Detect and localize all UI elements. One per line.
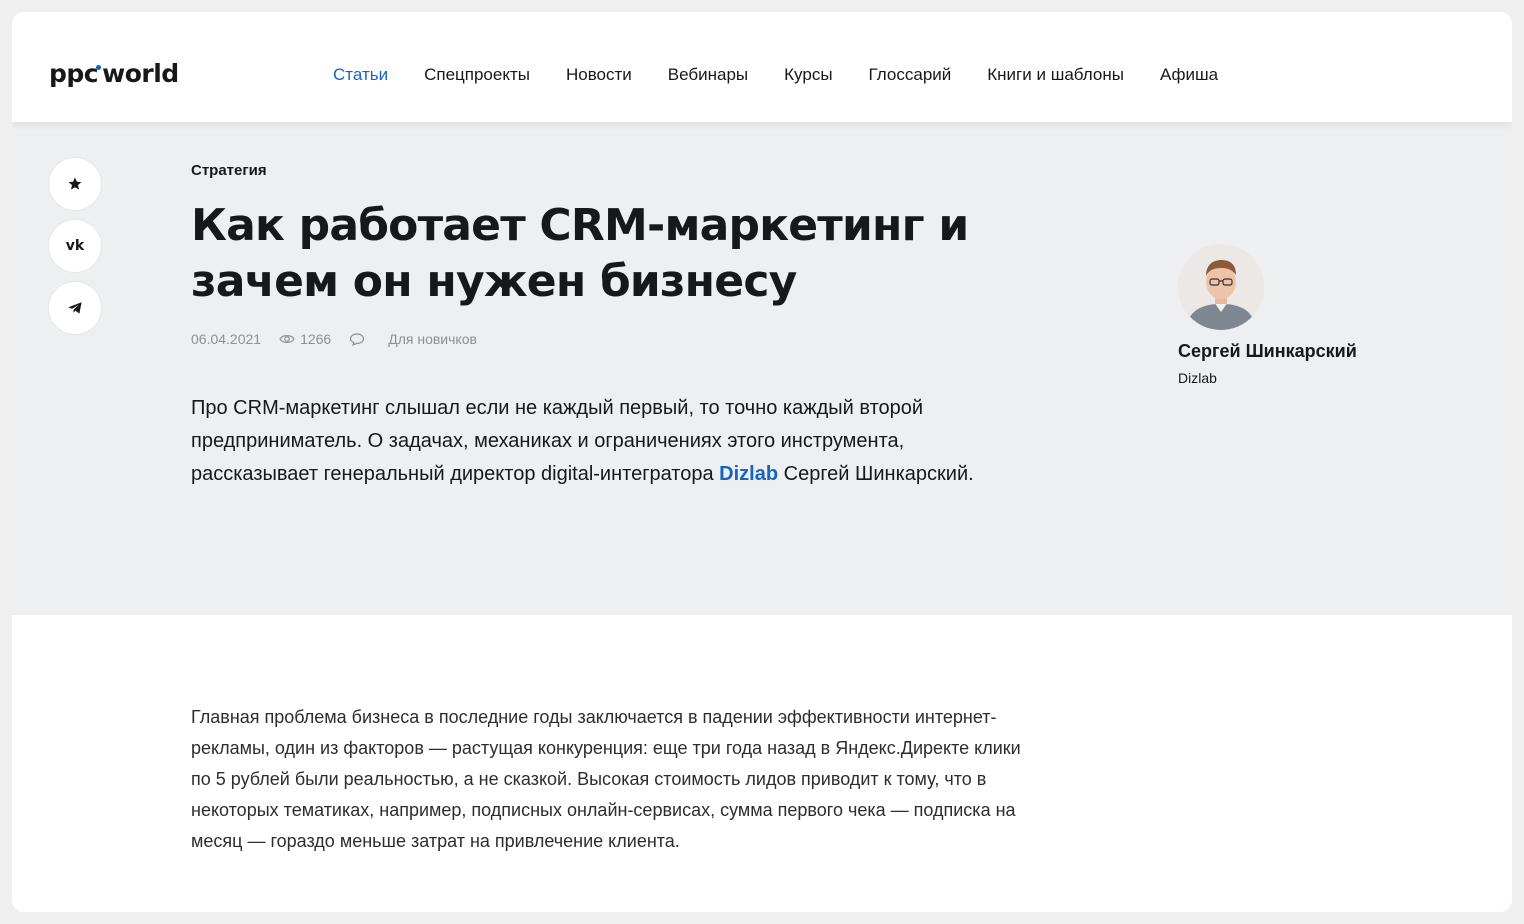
lead-text-end: Сергей Шинкарский. — [783, 463, 974, 485]
dizlab-link[interactable]: Dizlab — [719, 463, 778, 485]
vk-icon: vk — [65, 238, 85, 254]
share-vk-button[interactable]: vk — [49, 220, 101, 272]
logo-dot-icon — [96, 65, 102, 70]
nav-item-articles[interactable]: Статьи — [333, 65, 388, 85]
article-level[interactable]: Для новичков — [388, 331, 477, 347]
author-photo — [1178, 244, 1264, 330]
views-counter: 1266 — [279, 331, 331, 347]
nav-item-glossary[interactable]: Глоссарий — [869, 65, 952, 85]
site-logo[interactable]: ppc world — [49, 59, 179, 88]
article-meta: 06.04.2021 1266 Для новичков — [191, 331, 495, 347]
article-hero — [12, 122, 1512, 615]
main-nav: Статьи Спецпроекты Новости Вебинары Курс… — [333, 65, 1218, 85]
author-avatar[interactable] — [1178, 244, 1264, 330]
eye-icon — [279, 335, 295, 343]
site-header: ppc world Статьи Спецпроекты Новости Веби… — [12, 12, 1512, 122]
article-category[interactable]: Стратегия — [191, 162, 267, 179]
nav-item-special-projects[interactable]: Спецпроекты — [424, 65, 530, 85]
article-date: 06.04.2021 — [191, 331, 262, 347]
browser-page: ppc world Статьи Спецпроекты Новости Веби… — [12, 12, 1512, 912]
article-title: Как работает CRM-маркетинг и зачем он ну… — [191, 200, 969, 307]
logo-text-left: ppc — [49, 59, 99, 88]
comments-counter[interactable] — [349, 332, 370, 346]
telegram-icon — [68, 302, 82, 314]
comment-icon — [350, 333, 365, 346]
nav-item-webinars[interactable]: Вебинары — [668, 65, 748, 85]
article-lead: Про CRM-маркетинг слышал если не каждый … — [191, 392, 991, 491]
favorite-button[interactable] — [49, 158, 101, 210]
nav-item-books-templates[interactable]: Книги и шаблоны — [987, 65, 1124, 85]
nav-item-news[interactable]: Новости — [566, 65, 632, 85]
views-count: 1266 — [300, 331, 332, 347]
nav-item-events[interactable]: Афиша — [1160, 65, 1218, 85]
share-telegram-button[interactable] — [49, 282, 101, 334]
logo-text-right: world — [102, 59, 179, 88]
author-name[interactable]: Сергей Шинкарский — [1178, 341, 1357, 362]
article-body-paragraph: Главная проблема бизнеса в последние год… — [191, 707, 1021, 851]
nav-item-courses[interactable]: Курсы — [784, 65, 832, 85]
star-icon — [68, 177, 82, 190]
author-company: Dizlab — [1178, 370, 1217, 386]
